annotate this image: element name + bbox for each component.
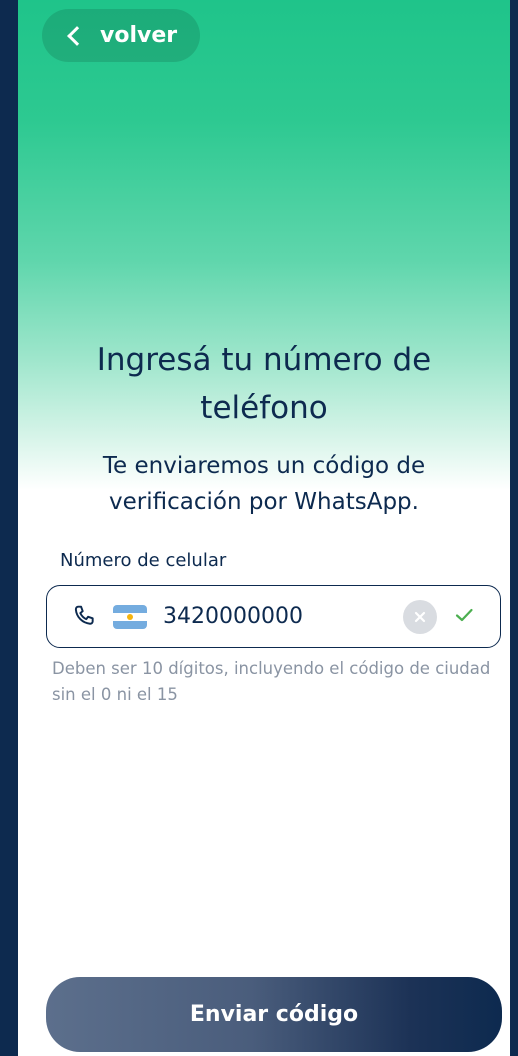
phone-field-label: Número de celular: [60, 550, 227, 571]
check-icon: [455, 608, 473, 622]
page-subtitle-text: Te enviaremos un código de verificación …: [102, 453, 426, 515]
chevron-left-icon: [67, 26, 87, 46]
page-subtitle: Te enviaremos un código de verificación …: [18, 448, 510, 520]
left-frame: [0, 0, 18, 1056]
page-title: Ingresá tu número de teléfono: [18, 336, 510, 432]
phone-field[interactable]: [46, 585, 501, 648]
phone-icon: [74, 605, 94, 625]
close-icon: [414, 611, 426, 623]
send-code-button[interactable]: Enviar código: [46, 977, 502, 1052]
phone-helper-text: Deben ser 10 dígitos, incluyendo el códi…: [52, 659, 491, 704]
page-title-text: Ingresá tu número de teléfono: [96, 342, 432, 426]
back-button[interactable]: volver: [42, 9, 200, 62]
phone-entry-screen: volver Ingresá tu número de teléfono Te …: [18, 0, 510, 1056]
argentina-flag-icon: [113, 605, 147, 629]
back-button-label: volver: [100, 23, 178, 48]
phone-input[interactable]: [163, 598, 383, 634]
send-code-button-label: Enviar código: [189, 1002, 359, 1027]
clear-input-button[interactable]: [403, 600, 437, 634]
right-frame: [510, 0, 518, 1056]
